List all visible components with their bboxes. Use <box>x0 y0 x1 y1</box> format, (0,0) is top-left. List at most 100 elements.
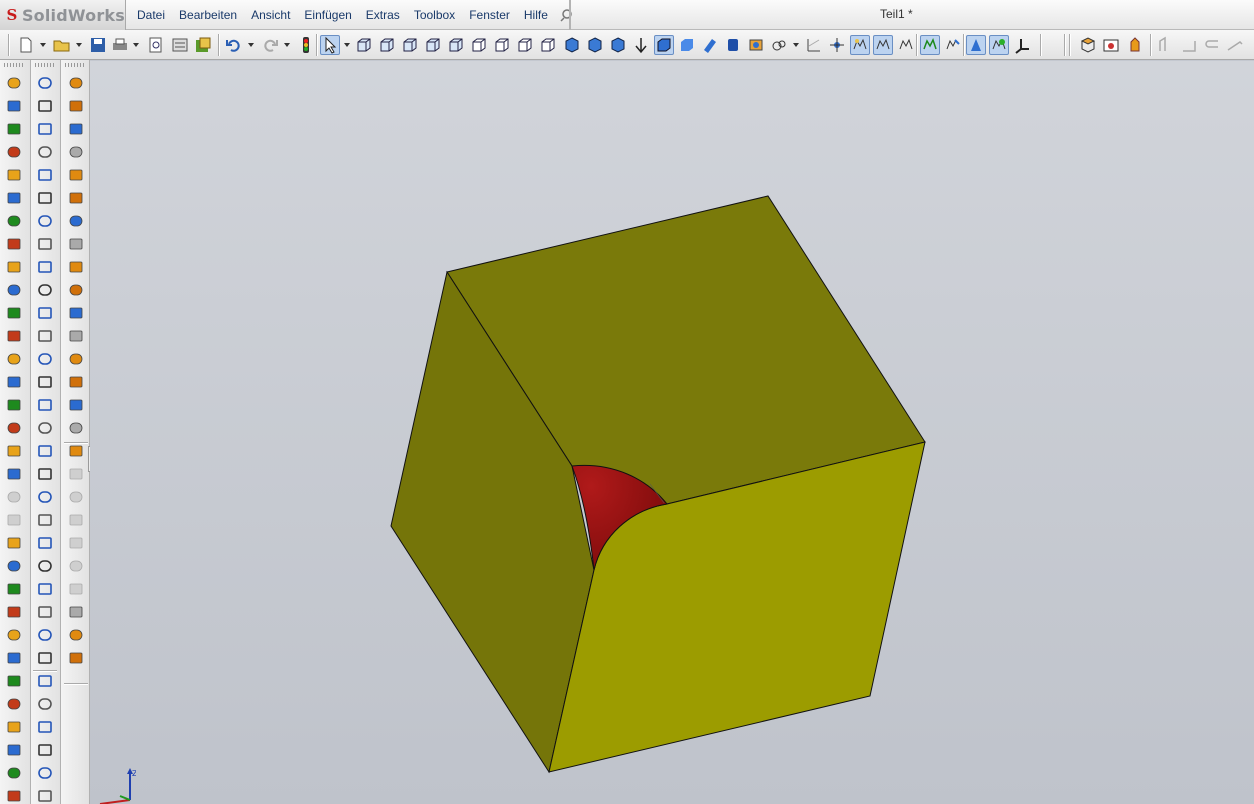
surface-loft-icon[interactable] <box>67 396 85 414</box>
scale-icon[interactable] <box>5 741 23 759</box>
view-front-icon[interactable] <box>354 35 374 55</box>
sketch-fillet-icon[interactable] <box>36 442 54 460</box>
delete-body-icon[interactable] <box>67 649 85 667</box>
loft-icon[interactable] <box>5 143 23 161</box>
table-pattern-icon[interactable] <box>5 649 23 667</box>
split-curve-icon[interactable] <box>67 281 85 299</box>
curve-pattern-icon[interactable] <box>5 603 23 621</box>
center-rectangle-icon[interactable] <box>36 212 54 230</box>
view-back-icon[interactable] <box>377 35 397 55</box>
indent-icon[interactable] <box>5 488 23 506</box>
surface-sweep-icon[interactable] <box>67 373 85 391</box>
wrap-icon[interactable] <box>5 511 23 529</box>
stretch-icon[interactable] <box>36 695 54 713</box>
revolve-cut-icon[interactable] <box>5 189 23 207</box>
zoom-area-icon[interactable] <box>896 35 916 55</box>
line-icon[interactable] <box>36 120 54 138</box>
planar-surface-icon[interactable] <box>67 465 85 483</box>
ruled-surface-icon[interactable] <box>67 442 85 460</box>
thicken-icon[interactable] <box>67 603 85 621</box>
section-view-icon[interactable] <box>700 35 720 55</box>
fillet-icon[interactable] <box>5 258 23 276</box>
arc-icon[interactable] <box>36 281 54 299</box>
app-logo[interactable]: S SolidWorks <box>0 0 126 30</box>
rectangle-icon[interactable] <box>36 189 54 207</box>
curve-through-points-icon[interactable] <box>67 212 85 230</box>
sheet-metal-icon[interactable] <box>1156 35 1176 55</box>
tangent-arc-icon[interactable] <box>36 304 54 322</box>
convert-entities-icon[interactable] <box>36 488 54 506</box>
knit-icon[interactable] <box>67 511 85 529</box>
move-face-icon[interactable] <box>5 764 23 782</box>
sweep-icon[interactable] <box>5 120 23 138</box>
bounding-box-icon[interactable] <box>67 189 85 207</box>
dome-icon[interactable] <box>5 396 23 414</box>
spline-icon[interactable] <box>36 373 54 391</box>
display-style-icon[interactable] <box>769 35 789 55</box>
open-folder-icon[interactable] <box>52 35 72 55</box>
untrim-icon[interactable] <box>67 557 85 575</box>
linear-pattern-icon[interactable] <box>5 534 23 552</box>
menu-fenster[interactable]: Fenster <box>462 4 517 26</box>
repair-sketch-icon[interactable] <box>36 787 54 804</box>
part-icon[interactable] <box>1125 35 1145 55</box>
mirror-icon[interactable] <box>5 580 23 598</box>
copy-entities-icon[interactable] <box>36 626 54 644</box>
hole-wizard-icon[interactable] <box>5 373 23 391</box>
view-left-icon[interactable] <box>400 35 420 55</box>
view-bottom-icon[interactable] <box>469 35 489 55</box>
polygon-icon[interactable] <box>36 350 54 368</box>
view-right-icon[interactable] <box>423 35 443 55</box>
rebuild-traffic-light-icon[interactable] <box>296 35 316 55</box>
pin-menu-icon[interactable] <box>559 7 575 23</box>
hide-show-icon[interactable] <box>920 35 940 55</box>
helix-curve-icon[interactable] <box>67 304 85 322</box>
redo-dropdown-icon[interactable] <box>284 43 290 47</box>
loft-cut-icon[interactable] <box>5 235 23 253</box>
trim-icon[interactable] <box>36 511 54 529</box>
file-properties-icon[interactable] <box>193 35 213 55</box>
section-plane-icon[interactable] <box>631 35 651 55</box>
helix-icon[interactable] <box>5 718 23 736</box>
rotate-entities-icon[interactable] <box>36 649 54 667</box>
display-relations-icon[interactable] <box>36 764 54 782</box>
parallelogram-icon[interactable] <box>36 396 54 414</box>
sketch-pattern-icon[interactable] <box>5 626 23 644</box>
extend-surface-icon[interactable] <box>67 580 85 598</box>
coordinate-system-icon[interactable] <box>67 120 85 138</box>
view-trimetric-icon[interactable] <box>515 35 535 55</box>
perspective-icon[interactable] <box>723 35 743 55</box>
menu-einfuegen[interactable]: Einfügen <box>297 4 358 26</box>
centerline-icon[interactable] <box>36 143 54 161</box>
shape-icon[interactable] <box>5 419 23 437</box>
ellipse-icon[interactable] <box>36 327 54 345</box>
move-entities-icon[interactable] <box>36 603 54 621</box>
sketch-pattern-icon[interactable] <box>36 580 54 598</box>
open-dropdown-icon[interactable] <box>76 43 82 47</box>
flex-icon[interactable] <box>5 465 23 483</box>
view-normal-to-icon[interactable] <box>562 35 582 55</box>
trim-surface-icon[interactable] <box>67 534 85 552</box>
chamfer-icon[interactable] <box>5 281 23 299</box>
fill-surface-icon[interactable] <box>67 488 85 506</box>
plane-icon[interactable] <box>67 74 85 92</box>
circle-icon[interactable] <box>36 235 54 253</box>
surface-extrude-icon[interactable] <box>67 327 85 345</box>
model-view[interactable] <box>90 61 1254 804</box>
replace-face-icon[interactable] <box>67 626 85 644</box>
perimeter-circle-icon[interactable] <box>36 258 54 276</box>
extend-icon[interactable] <box>36 534 54 552</box>
view-orientation-icon[interactable] <box>608 35 628 55</box>
new-document-icon[interactable] <box>16 35 36 55</box>
new-dropdown-icon[interactable] <box>40 43 46 47</box>
shaded-icon[interactable] <box>677 35 697 55</box>
view-dimetric-icon[interactable] <box>538 35 558 55</box>
redo-icon[interactable] <box>260 35 280 55</box>
view-isometric-icon[interactable] <box>492 35 512 55</box>
mirror-entities-icon[interactable] <box>36 557 54 575</box>
menu-ansicht[interactable]: Ansicht <box>244 4 297 26</box>
mate-reference-icon[interactable] <box>67 166 85 184</box>
edge-flange-icon[interactable] <box>1202 35 1222 55</box>
shadows-icon[interactable] <box>989 35 1009 55</box>
base-flange-icon[interactable] <box>1179 35 1199 55</box>
